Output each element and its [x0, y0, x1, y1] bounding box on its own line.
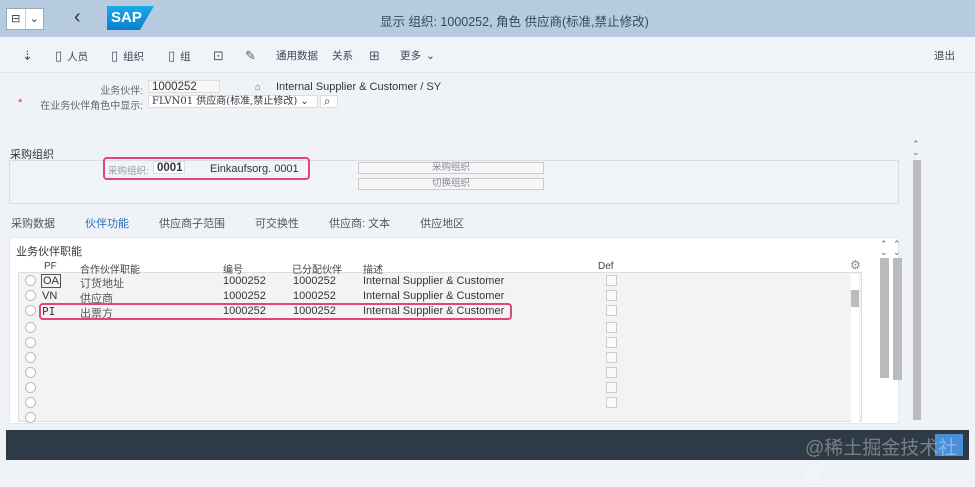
table-row[interactable] [20, 336, 850, 351]
row-selector[interactable] [25, 412, 36, 423]
watermark: @稀土掘金技术社区 [805, 438, 958, 486]
document-icon: ▯ [55, 48, 63, 63]
partner-description: Internal Supplier & Customer / SY [276, 81, 442, 93]
row-selector[interactable] [25, 397, 36, 408]
general-data-button[interactable]: 通用数据 [276, 48, 318, 63]
person-button[interactable]: ▯ 人员 [55, 48, 88, 64]
table-row[interactable] [20, 396, 850, 411]
table-row[interactable]: OA 订货地址 1000252 1000252 Internal Supplie… [20, 274, 850, 290]
page-title: 显示 组织: 1000252, 角色 供应商(标准,禁止修改) [380, 15, 649, 29]
toolbar [0, 37, 975, 73]
table-row[interactable] [20, 351, 850, 366]
row-selector[interactable] [25, 290, 36, 301]
edit-icon: ✎ [245, 48, 256, 63]
tab-interchangeability[interactable]: 可交换性 [255, 215, 299, 239]
default-checkbox[interactable] [606, 275, 617, 286]
role-select[interactable]: FLVN01 供应商(标准,禁止修改) ⌄ [148, 95, 318, 108]
default-checkbox[interactable] [606, 367, 617, 378]
group-button[interactable]: ▯ 组 [168, 48, 191, 64]
scroll-arrows[interactable]: ⌃ ⌄ [912, 140, 920, 157]
scroll-arrows[interactable]: ⌃ ⌄ [880, 240, 888, 257]
tab-scrollbar[interactable] [893, 258, 902, 380]
default-checkbox[interactable] [606, 397, 617, 408]
table-title: 业务伙伴职能 [16, 246, 82, 258]
tab-scrollbar[interactable] [880, 258, 889, 378]
row-selector[interactable] [25, 367, 36, 378]
settings-gear-icon[interactable]: ⚙ [850, 258, 861, 272]
page-scrollbar[interactable] [913, 160, 921, 420]
relationships-button[interactable]: 关系 [332, 48, 353, 63]
default-checkbox[interactable] [606, 290, 617, 301]
tab-supplier-subrange[interactable]: 供应商子范围 [159, 215, 225, 239]
tab-partner-functions[interactable]: 伙伴功能 [85, 215, 129, 239]
porg-field[interactable]: 0001 [153, 161, 185, 174]
default-checkbox[interactable] [606, 337, 617, 348]
partner-field[interactable]: 1000252 [148, 80, 220, 93]
org-icon: ⌂ [255, 82, 262, 93]
switch-org-button[interactable]: 切换组织 [358, 178, 544, 190]
folder-icon: ⊡ [213, 48, 224, 63]
default-checkbox[interactable] [606, 382, 617, 393]
back-button[interactable]: ‹ [74, 6, 81, 29]
chevron-down-icon[interactable]: ⌄ [24, 9, 44, 29]
chevron-down-icon: ⌄ [426, 49, 435, 62]
command-field-menu[interactable]: ⊟ ⌄ [6, 8, 44, 30]
switch-button[interactable]: ✎ [245, 48, 256, 64]
organization-button[interactable]: ▯ 组织 [111, 48, 144, 64]
required-marker: * [18, 97, 23, 109]
document-icon: ▯ [168, 48, 176, 63]
role-label: 在业务伙伴角色中显示: [40, 101, 143, 112]
person-card-icon: ⊞ [369, 48, 380, 63]
open-button[interactable]: ⊡ [213, 48, 224, 64]
table-row[interactable] [20, 366, 850, 381]
table-header [18, 258, 862, 273]
contact-button[interactable]: ⊞ [369, 48, 380, 64]
row-selector[interactable] [25, 275, 36, 286]
tab-bar: 采购数据 伙伴功能 供应商子范围 可交换性 供应商: 文本 供应地区 [11, 215, 464, 239]
scroll-arrows[interactable]: ⌃ ⌄ [893, 240, 901, 257]
table-row[interactable] [20, 411, 850, 426]
row-selector[interactable] [25, 352, 36, 363]
search-icon: ⌕ [324, 96, 331, 108]
highlight-box [39, 303, 512, 320]
search-button[interactable]: ⌕ [320, 95, 338, 108]
default-checkbox[interactable] [606, 305, 617, 316]
more-button[interactable]: 更多 ⌄ [400, 48, 435, 63]
row-selector[interactable] [25, 305, 36, 316]
row-selector[interactable] [25, 337, 36, 348]
tab-supplier-text[interactable]: 供应商: 文本 [329, 215, 390, 239]
exit-button[interactable]: 退出 [934, 48, 955, 63]
document-icon: ▯ [111, 48, 119, 63]
col-pf[interactable]: PF [44, 261, 57, 272]
tab-purchasing-data[interactable]: 采购数据 [11, 215, 55, 239]
col-default[interactable]: Def [598, 261, 614, 272]
row-selector[interactable] [25, 322, 36, 333]
display-toggle-button[interactable]: ⇣ [22, 48, 33, 64]
default-checkbox[interactable] [606, 352, 617, 363]
porg-label: 采购组织: [108, 166, 149, 177]
row-selector[interactable] [25, 382, 36, 393]
table-scrollbar-thumb[interactable] [851, 290, 859, 307]
tab-supply-region[interactable]: 供应地区 [420, 215, 464, 239]
porg-description: Einkaufsorg. 0001 [210, 163, 299, 175]
default-checkbox[interactable] [606, 322, 617, 333]
purchasing-org-button[interactable]: 采购组织 [358, 162, 544, 174]
eye-arrow-icon: ⇣ [22, 48, 33, 63]
table-row[interactable] [20, 381, 850, 396]
table-row[interactable] [20, 321, 850, 336]
table-row[interactable]: VN 供应商 1000252 1000252 Internal Supplier… [20, 289, 850, 305]
partner-label: 业务伙伴: [100, 86, 143, 97]
menu-icon[interactable]: ⊟ [7, 9, 25, 29]
